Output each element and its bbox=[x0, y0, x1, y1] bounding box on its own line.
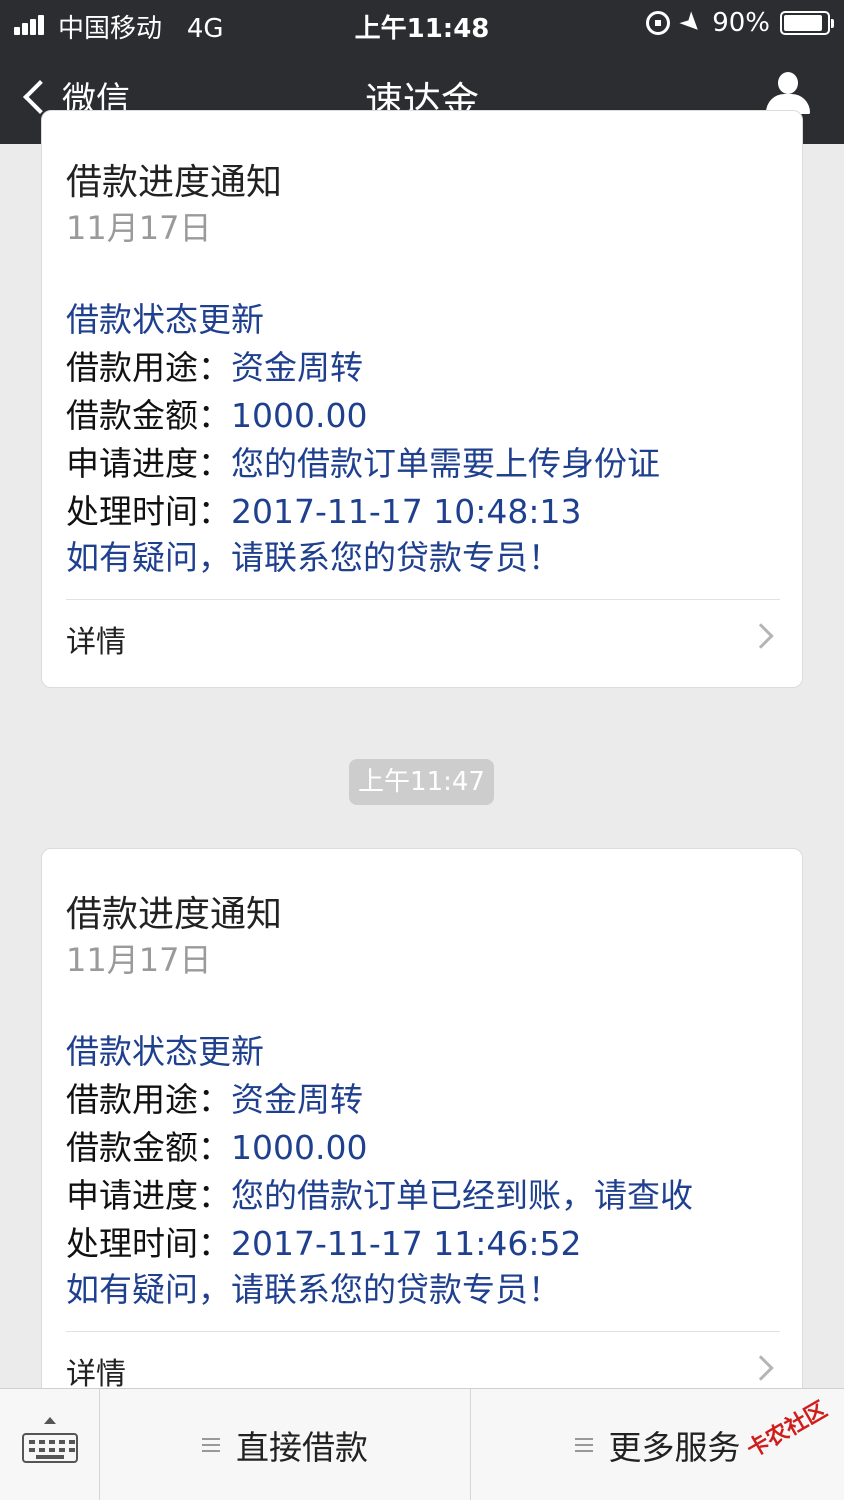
card-row: 借款金额：1000.00 bbox=[66, 1128, 368, 1167]
battery-icon bbox=[780, 11, 834, 35]
time-badge: 上午11:47 bbox=[349, 759, 494, 805]
keyboard-icon bbox=[22, 1433, 78, 1463]
status-bar: 中国移动 4G 上午11:48 ➤ 90% bbox=[0, 0, 844, 48]
card-date: 11月17日 bbox=[66, 209, 212, 247]
location-arrow-icon: ➤ bbox=[672, 4, 710, 42]
card-row: 借款用途：资金周转 bbox=[66, 348, 363, 387]
card-note: 如有疑问，请联系您的贷款专员！ bbox=[66, 538, 561, 577]
chevron-right-icon bbox=[748, 623, 774, 649]
menu-icon bbox=[202, 1434, 220, 1456]
arrow-up-icon bbox=[44, 1417, 56, 1424]
card-note: 如有疑问，请联系您的贷款专员！ bbox=[66, 1270, 561, 1309]
rotation-lock-icon bbox=[646, 11, 671, 35]
menu-label: 更多服务 bbox=[608, 1428, 741, 1467]
battery-percent: 90% bbox=[712, 8, 770, 38]
card-row: 处理时间：2017-11-17 10:48:13 bbox=[66, 492, 582, 531]
card-row: 借款金额：1000.00 bbox=[66, 396, 368, 435]
chevron-right-icon bbox=[748, 1355, 774, 1381]
card-divider bbox=[66, 1331, 780, 1332]
menu-icon bbox=[574, 1434, 593, 1456]
card-heading: 借款状态更新 bbox=[66, 300, 264, 339]
card-heading: 借款状态更新 bbox=[66, 1032, 264, 1071]
menu-label: 直接借款 bbox=[236, 1428, 368, 1467]
menu-direct-loan[interactable]: 直接借款 bbox=[100, 1389, 471, 1500]
message-card[interactable]: 借款进度通知 11月17日 借款状态更新 借款用途：资金周转 借款金额：1000… bbox=[41, 110, 803, 688]
card-date: 11月17日 bbox=[66, 941, 212, 979]
message-card[interactable]: 借款进度通知 11月17日 借款状态更新 借款用途：资金周转 借款金额：1000… bbox=[41, 848, 803, 1408]
bottom-menu: 直接借款 更多服务 bbox=[0, 1388, 844, 1500]
detail-link[interactable]: 详情 bbox=[66, 617, 126, 661]
card-title: 借款进度通知 bbox=[66, 162, 283, 203]
detail-link[interactable]: 详情 bbox=[66, 1349, 126, 1393]
card-row: 处理时间：2017-11-17 11:46:52 bbox=[66, 1224, 582, 1263]
card-title: 借款进度通知 bbox=[66, 894, 283, 935]
card-row: 申请进度：您的借款订单需要上传身份证 bbox=[66, 444, 660, 483]
card-divider bbox=[66, 599, 780, 600]
keyboard-toggle-button[interactable] bbox=[0, 1389, 100, 1500]
card-row: 借款用途：资金周转 bbox=[66, 1080, 363, 1119]
person-icon bbox=[778, 72, 798, 94]
card-row: 申请进度：您的借款订单已经到账，请查收 bbox=[66, 1176, 693, 1215]
